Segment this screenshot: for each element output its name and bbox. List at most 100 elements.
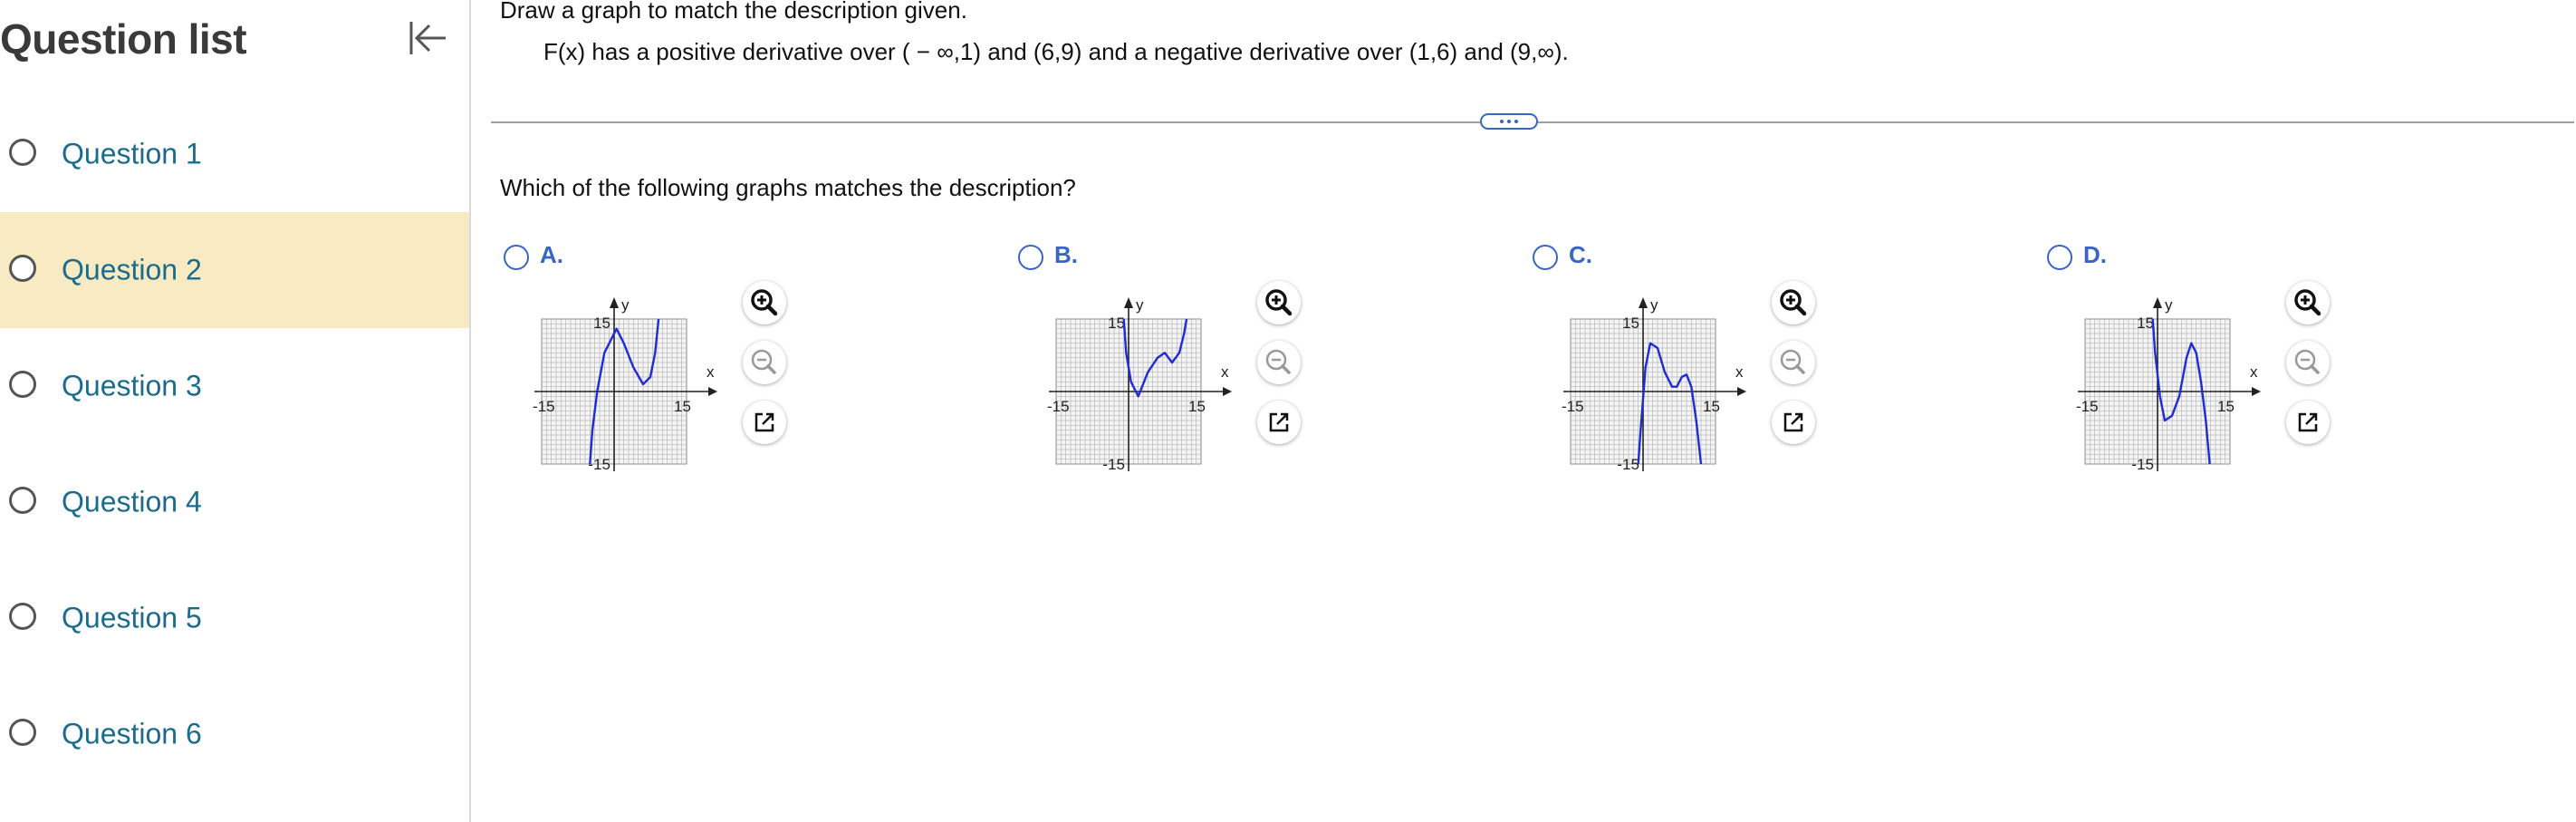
zoom-in-icon xyxy=(1265,289,1293,316)
question-status-radio xyxy=(9,487,36,514)
x-min-label: -15 xyxy=(1562,398,1584,415)
x-axis-arrow xyxy=(1737,387,1746,396)
zoom-in-icon xyxy=(1780,289,1807,316)
x-max-label: 15 xyxy=(2217,398,2235,415)
question-status-radio xyxy=(9,719,36,746)
y-axis-arrow xyxy=(1639,297,1648,308)
y-axis-arrow xyxy=(1124,297,1133,308)
open-external-icon xyxy=(2298,412,2318,432)
zoom-out-icon xyxy=(1265,349,1291,374)
problem-description: F(x) has a positive derivative over ( − … xyxy=(543,38,1569,65)
question-prompt: Which of the following graphs matches th… xyxy=(500,174,1076,201)
open-external-button[interactable] xyxy=(2286,401,2330,444)
option-d-radio[interactable] xyxy=(2047,245,2072,270)
x-axis-label: x xyxy=(1221,363,1229,381)
question-label: Question 5 xyxy=(62,601,202,634)
y-axis-label: y xyxy=(1650,296,1658,314)
option-a-graph: x y 15 -15 -15 15 xyxy=(533,296,717,473)
question-item-2[interactable]: Question 2 xyxy=(0,212,469,328)
question-item-5[interactable]: Question 5 xyxy=(0,560,469,676)
x-min-label: -15 xyxy=(533,398,555,415)
y-min-label: -15 xyxy=(2131,456,2154,473)
option-d-label: D. xyxy=(2083,241,2107,268)
open-external-icon xyxy=(755,412,774,432)
zoom-out-button[interactable] xyxy=(1772,341,1815,384)
zoom-in-icon xyxy=(751,289,778,316)
question-status-radio xyxy=(9,603,36,630)
question-label: Question 3 xyxy=(62,369,202,402)
x-axis-arrow xyxy=(1223,387,1232,396)
x-max-label: 15 xyxy=(1703,398,1720,415)
question-label: Question 2 xyxy=(62,253,202,286)
y-max-label: 15 xyxy=(593,314,610,332)
collapse-left-icon xyxy=(409,22,446,54)
x-axis-label: x xyxy=(1735,363,1744,381)
x-axis-arrow xyxy=(2252,387,2261,396)
zoom-in-button[interactable] xyxy=(1772,281,1815,324)
option-d-graph: x y 15 -15 -15 15 xyxy=(2076,296,2261,473)
zoom-in-button[interactable] xyxy=(2286,281,2330,324)
zoom-in-button[interactable] xyxy=(743,281,786,324)
question-list-sidebar: Question list Question 1 Question 2 Ques… xyxy=(0,0,471,822)
y-max-label: 15 xyxy=(1622,314,1639,332)
option-b-radio[interactable] xyxy=(1018,245,1043,270)
question-status-radio xyxy=(9,371,36,398)
x-max-label: 15 xyxy=(674,398,691,415)
x-min-label: -15 xyxy=(2076,398,2099,415)
x-axis-arrow xyxy=(708,387,717,396)
zoom-out-button[interactable] xyxy=(2286,341,2330,384)
sidebar-title: Question list xyxy=(0,15,247,63)
y-axis-label: y xyxy=(2165,296,2173,314)
answer-option-b: B. x y 15 -15 -15 15 xyxy=(985,237,1301,509)
question-item-3[interactable]: Question 3 xyxy=(0,328,469,444)
y-min-label: -15 xyxy=(1617,456,1639,473)
zoom-out-icon xyxy=(1780,349,1805,374)
question-item-4[interactable]: Question 4 xyxy=(0,444,469,560)
option-a-radio[interactable] xyxy=(504,245,529,270)
x-axis-label: x xyxy=(706,363,715,381)
zoom-in-button[interactable] xyxy=(1257,281,1301,324)
y-axis-label: y xyxy=(1136,296,1144,314)
open-external-button[interactable] xyxy=(743,401,786,444)
y-axis-arrow xyxy=(2153,297,2162,308)
expand-button[interactable] xyxy=(1480,113,1538,130)
ellipsis-icon xyxy=(1500,120,1518,123)
open-external-button[interactable] xyxy=(1772,401,1815,444)
open-external-icon xyxy=(1783,412,1803,432)
answer-option-d: D. x y 15 -15 -15 15 xyxy=(2014,237,2330,509)
option-c-label: C. xyxy=(1569,241,1592,268)
option-c-graph: x y 15 -15 -15 15 xyxy=(1562,296,1746,473)
x-max-label: 15 xyxy=(1188,398,1206,415)
question-label: Question 6 xyxy=(62,717,202,750)
y-axis-arrow xyxy=(610,297,619,308)
option-c-radio[interactable] xyxy=(1533,245,1558,270)
y-axis-label: y xyxy=(621,296,630,314)
question-status-radio xyxy=(9,255,36,282)
y-max-label: 15 xyxy=(2137,314,2154,332)
question-panel: Draw a graph to match the description gi… xyxy=(471,0,2576,822)
open-external-icon xyxy=(1269,412,1289,432)
question-status-radio xyxy=(9,139,36,166)
question-item-6[interactable]: Question 6 xyxy=(0,676,469,792)
zoom-out-icon xyxy=(2294,349,2320,374)
answer-option-c: C. x y 15 -15 -15 15 xyxy=(1500,237,1815,509)
option-a-label: A. xyxy=(540,241,563,268)
instructions: Draw a graph to match the description gi… xyxy=(500,0,967,24)
collapse-sidebar-button[interactable] xyxy=(404,15,451,62)
zoom-in-icon xyxy=(2294,289,2321,316)
answer-option-a: A. x y 15 -15 -15 15 xyxy=(471,237,786,509)
x-min-label: -15 xyxy=(1047,398,1070,415)
zoom-out-button[interactable] xyxy=(743,341,786,384)
y-max-label: 15 xyxy=(1108,314,1125,332)
y-min-label: -15 xyxy=(1102,456,1125,473)
zoom-out-button[interactable] xyxy=(1257,341,1301,384)
question-item-1[interactable]: Question 1 xyxy=(0,96,469,212)
question-label: Question 4 xyxy=(62,485,202,518)
y-min-label: -15 xyxy=(588,456,610,473)
x-axis-label: x xyxy=(2250,363,2258,381)
question-label: Question 1 xyxy=(62,137,202,170)
zoom-out-icon xyxy=(751,349,776,374)
option-b-label: B. xyxy=(1054,241,1078,268)
open-external-button[interactable] xyxy=(1257,401,1301,444)
option-b-graph: x y 15 -15 -15 15 xyxy=(1047,296,1232,473)
